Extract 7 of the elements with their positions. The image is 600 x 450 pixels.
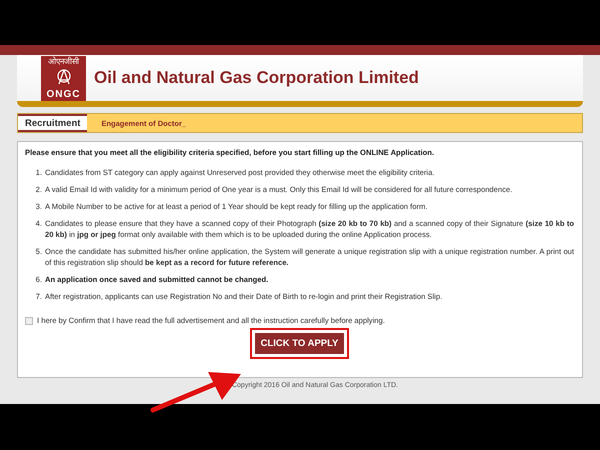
apply-button[interactable]: CLICK TO APPLY: [254, 333, 344, 354]
logo-text: ओएनजीसी: [48, 56, 79, 66]
derrick-icon: [54, 69, 72, 85]
tab[interactable]: Recruitment: [18, 114, 88, 132]
logo-text: ONGC: [46, 88, 80, 100]
site-title: Oil and Natural Gas Corporation Limited: [94, 68, 419, 88]
confirm-checkbox[interactable]: [25, 316, 33, 324]
